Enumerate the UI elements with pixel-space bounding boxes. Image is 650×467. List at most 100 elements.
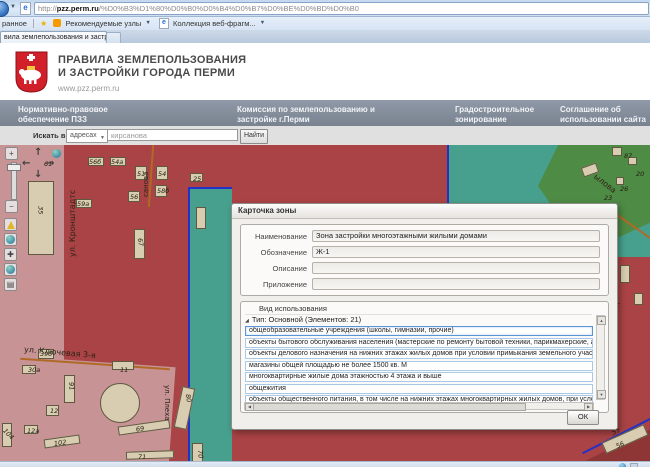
search-button[interactable]: Найти [240,129,268,144]
building [28,181,54,255]
favorites-star-icon[interactable]: ★ [40,19,47,28]
building-number: 20 [636,171,644,178]
pan-up-button[interactable]: ↑ [34,147,42,158]
select-tool-button[interactable] [4,218,17,231]
url-host: pzz.perm.ru [57,4,99,13]
list-item[interactable]: общежития [245,384,593,394]
building [612,147,622,156]
url-path: /%D0%B3%D1%80%D0%B0%D0%B4%D0%B7%D0%BE%D0… [99,4,359,13]
building-number: 54 [158,171,166,178]
building-number: 35 [37,206,44,214]
building-number: 58б [157,188,169,195]
zoom-out-button[interactable]: − [5,200,18,213]
pan-right-button[interactable]: → [46,158,54,169]
list-item[interactable]: магазины общей площадью не более 1500 кв… [245,361,593,371]
tab-title: вила землепользования и застройки город.… [4,34,107,41]
building-number: 70 [197,450,204,459]
url-input[interactable]: http://pzz.perm.ru/%D0%B3%D1%80%D0%B0%D0… [34,2,649,15]
dialog-title[interactable]: Карточка зоны [232,204,617,219]
browser-status-bar [0,461,650,467]
pan-tool-button[interactable]: ✚ [4,248,17,261]
building [196,207,206,229]
nav-item-zoning[interactable]: Градостроительное зонирование [455,105,555,124]
field-label-description: Описание [249,264,307,273]
building-number: 71 [138,454,146,461]
field-label-attachment: Приложение [249,280,307,289]
list-item[interactable]: многоквартирные жилые дома этажностью 4 … [245,372,593,382]
nav-item-normative[interactable]: Нормативно-правовое обеспечение ПЗЗ [18,105,153,124]
tab-bar: вила землепользования и застройки город.… [0,30,650,44]
list-group-row[interactable]: ◢Тип: Основной (Элементов: 21) [245,315,592,324]
field-value-name[interactable]: Зона застройки многоэтажными жилыми дома… [312,230,600,242]
search-scope-label: Искать в: [33,131,68,140]
zone-card-dialog: Карточка зоны Наименование Зона застройк… [231,203,618,430]
vertical-scrollbar[interactable]: ▲ ▼ [596,315,605,400]
history-dropdown-icon[interactable]: ▼ [10,4,16,10]
ok-button[interactable]: ОК [567,410,599,425]
pan-down-button[interactable]: ↓ [34,169,42,180]
layers-globe-button[interactable] [4,233,17,246]
site-title-line1: ПРАВИЛА ЗЕМЛЕПОЛЬЗОВАНИЯ [58,54,246,67]
building [616,177,624,185]
scroll-up-icon[interactable]: ▲ [597,316,606,325]
nav-item-commission[interactable]: Комиссия по землепользованию и застройке… [237,105,402,124]
recommended-sites-button[interactable]: Рекомендуемые узлы [66,19,142,28]
building-number: 54а [111,159,123,166]
building-number: 26 [620,186,628,193]
list-header: Вид использования [245,304,592,315]
internet-zone-globe-icon [619,463,626,467]
building-number: 59а [77,201,89,208]
site-title-line2: И ЗАСТРОЙКИ ГОРОДА ПЕРМИ [58,67,246,80]
building [100,383,140,423]
nav-item-agreement[interactable]: Соглашение об использовании сайта [560,105,650,124]
globe-icon[interactable] [52,149,61,158]
chevron-down-icon: ▼ [100,133,105,144]
search-scope-select[interactable]: адресах ▼ [66,129,108,143]
list-item[interactable]: объекты бытового обслуживания населения … [245,338,593,348]
zone-teal-strip [188,187,232,461]
perm-coat-of-arms-logo [15,51,48,93]
globe-icon [6,265,15,274]
web-slices-button[interactable]: Коллекция веб-фрагм... [173,19,256,28]
print-tool-button[interactable]: ▤ [4,278,17,291]
field-value-attachment[interactable] [312,278,600,290]
browser-window: ▼ e http://pzz.perm.ru/%D0%B3%D1%80%D0%B… [0,0,650,467]
building [620,265,630,283]
field-value-description[interactable] [312,262,600,274]
scroll-down-icon[interactable]: ▼ [597,390,606,399]
building-number: 12 [50,408,58,415]
building-number: 11 [120,367,128,374]
url-scheme: http:// [38,4,57,13]
back-button[interactable] [0,1,9,17]
pan-left-button[interactable]: ← [22,158,30,169]
horizontal-scrollbar[interactable]: ◀ ▶ [244,402,594,410]
webslice-icon: e [159,18,169,29]
site-header: ПРАВИЛА ЗЕМЛЕПОЛЬЗОВАНИЯ И ЗАСТРОЙКИ ГОР… [0,43,650,100]
field-value-designation[interactable]: Ж-1 [312,246,600,258]
overview-globe-button[interactable] [4,263,17,276]
expand-triangle-icon[interactable]: ◢ [245,318,249,324]
zoom-in-button[interactable]: + [5,147,18,160]
zoom-level-icon[interactable] [630,463,638,467]
chevron-down-icon[interactable]: ▼ [260,20,265,26]
recommended-sites-icon [53,19,61,27]
building-number: 25 [193,176,201,183]
main-nav: Нормативно-правовое обеспечение ПЗЗ Коми… [0,100,650,126]
building-number: 87 [624,153,632,160]
list-item[interactable]: общеобразовательные учреждения (школы, г… [245,326,593,336]
street-label-plekhanova: ул. Плеха [163,385,171,455]
search-input[interactable] [107,129,238,141]
street-label-kronshtadtskaya: ул. Кронштадтс [68,157,77,257]
favorites-label[interactable]: ранное [2,19,27,28]
list-item[interactable]: объекты делового назначения на нижних эт… [245,349,593,359]
list-items: общеобразовательные учреждения (школы, г… [245,326,593,406]
browser-address-bar: ▼ e http://pzz.perm.ru/%D0%B3%D1%80%D0%B… [0,0,650,17]
building-number: 69 [136,425,145,433]
search-bar: Искать в: адресах ▼ Найти [0,126,650,145]
page-favicon-icon: e [20,2,31,15]
chevron-down-icon[interactable]: ▼ [145,20,150,26]
building-number: 102 [54,439,67,447]
use-types-list: Вид использования ◢Тип: Основной (Элемен… [240,301,609,413]
street-label-krisanova: санова [142,145,150,197]
zoom-slider-handle[interactable] [7,164,21,171]
